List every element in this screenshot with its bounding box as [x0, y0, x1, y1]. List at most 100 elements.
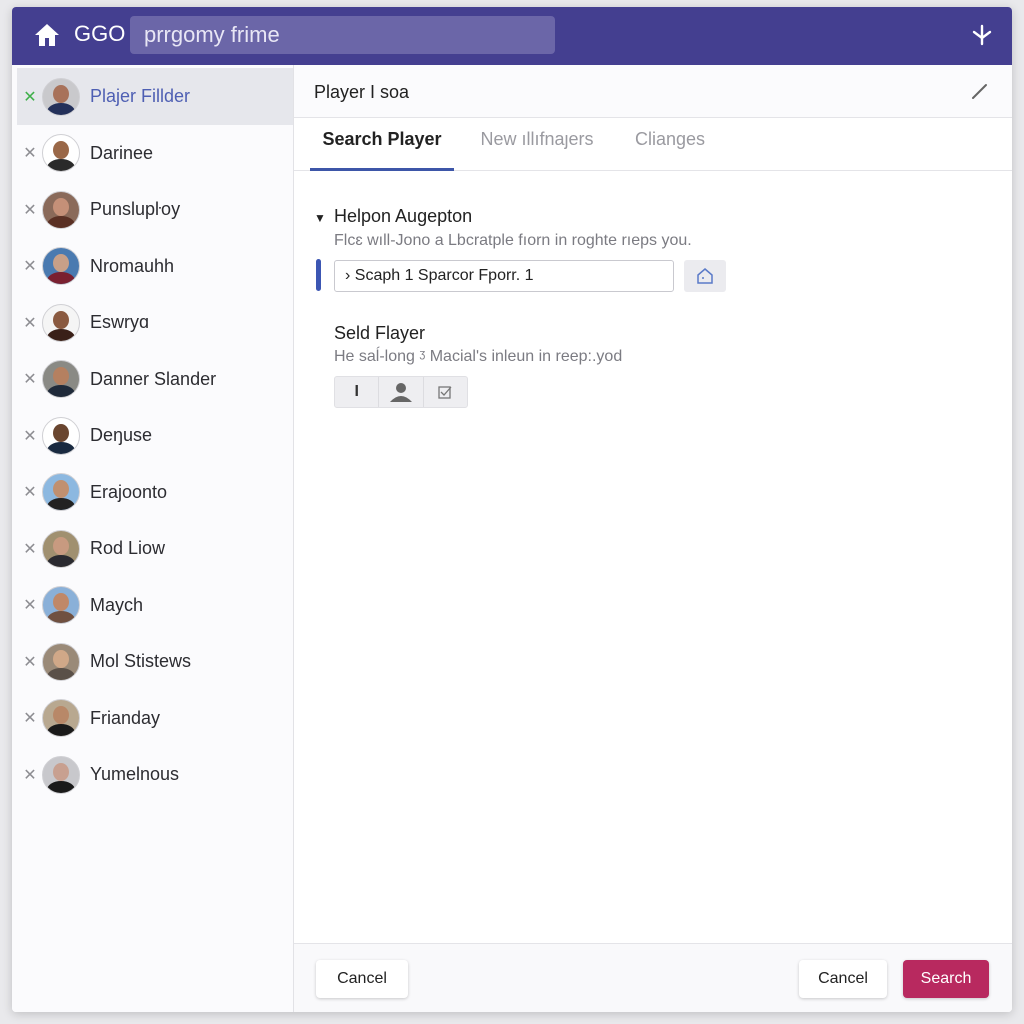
app-brand: GGO	[74, 21, 126, 46]
avatar-head	[53, 706, 69, 724]
player-list-item[interactable]: ✕ Punslupŀoy	[17, 181, 293, 238]
player-name: Yumelnous	[90, 764, 180, 784]
panel-title: Player I soa	[314, 82, 410, 102]
search-button[interactable]: Search	[903, 960, 989, 998]
panel-header: Player I soa	[294, 65, 1012, 118]
player-list-item[interactable]: ✕ Deŋuse	[17, 407, 293, 464]
avatar-head	[53, 310, 69, 329]
cancel-button-left[interactable]: Cancel	[316, 960, 408, 998]
tab-new-players[interactable]: New ıllıfnaȷers	[472, 118, 602, 168]
player-list-item[interactable]: ✕ Frianday	[17, 690, 293, 747]
player-list-item[interactable]: ✕ Nromauhh	[17, 238, 293, 295]
player-list-item[interactable]: ✕ Mol Stistews	[17, 633, 293, 690]
player-name: Eswryɑ	[90, 312, 150, 332]
avatar	[42, 190, 80, 229]
player-name: Nromauhh	[90, 255, 175, 276]
section-title-select: Seld Flayer	[334, 323, 426, 343]
player-name: Mol Stistews	[90, 651, 192, 671]
player-name: Erajoonto	[90, 481, 168, 502]
avatar-body	[47, 215, 75, 228]
player-name: Maych	[90, 594, 144, 615]
remove-icon[interactable]: ✕	[19, 708, 41, 728]
cancel-button[interactable]: Cancel	[799, 960, 887, 998]
section-title-help: Helpon Augepton	[334, 206, 473, 226]
avatar-body	[47, 328, 75, 341]
avatar-body	[47, 780, 75, 793]
avatar	[42, 586, 80, 624]
player-list-item[interactable]: ✕ Yumelnous	[17, 746, 293, 803]
avatar-head	[53, 197, 69, 216]
player-list-item[interactable]: ✕ Eswryɑ	[17, 294, 293, 351]
player-list-sidebar: ✕ Plajer Fillder ✕ Darinee ✕ Punslupŀoy ✕ Nroma…	[12, 65, 294, 1012]
avatar-body	[47, 724, 75, 736]
avatar	[42, 699, 80, 737]
section-desc-select: He saĺ-long ᶾ Macialʹs inleun in reep:.y…	[334, 348, 623, 365]
remove-icon[interactable]: ✕	[19, 765, 41, 785]
remove-icon[interactable]: ✕	[19, 313, 41, 333]
player-name: Deŋuse	[90, 425, 153, 445]
player-list-item[interactable]: ✕ Darinee	[17, 125, 293, 182]
avatar-head	[53, 649, 69, 668]
remove-icon[interactable]: ✕	[19, 256, 41, 276]
remove-icon[interactable]: ✕	[19, 426, 41, 446]
collapse-caret-icon[interactable]: ▼	[314, 211, 326, 225]
avatar	[42, 77, 80, 116]
remove-icon[interactable]: ✕	[19, 87, 41, 107]
avatar-head	[53, 480, 69, 498]
avatar-head	[53, 367, 69, 385]
avatar-head	[53, 593, 69, 611]
avatar-head	[53, 254, 69, 272]
avatar-body	[47, 611, 75, 623]
panel-footer: Cancel Cancel Search	[294, 943, 1012, 1012]
focus-indicator	[316, 259, 321, 291]
player-list-item[interactable]: ✕ Plajer Fillder	[17, 68, 293, 125]
segment-checkbox[interactable]	[424, 377, 467, 407]
avatar-body	[47, 441, 75, 454]
avatar-head	[53, 84, 69, 103]
player-list-item[interactable]: ✕ Erajoonto	[17, 464, 293, 521]
player-panel: Player I soa Search Player New ıllıfnaȷe…	[294, 65, 1012, 1012]
player-list-item[interactable]: ✕ Rod Liow	[17, 520, 293, 577]
query-action-button[interactable]	[684, 260, 726, 292]
avatar	[42, 247, 80, 285]
app-window: GGO ✕ Plajer Fillder ✕ Darinee ✕ Punslupŀoy ✕ N…	[12, 7, 1012, 1012]
remove-icon[interactable]: ✕	[19, 369, 41, 389]
fork-icon[interactable]	[970, 23, 994, 47]
tab-search-player[interactable]: Search Player	[310, 118, 454, 171]
avatar	[42, 529, 80, 568]
avatar	[42, 755, 80, 794]
avatar	[42, 416, 80, 455]
checkbox-icon	[438, 386, 452, 399]
remove-icon[interactable]: ✕	[19, 482, 41, 502]
player-query-input[interactable]	[334, 260, 674, 292]
avatar	[42, 303, 80, 342]
segment-person[interactable]	[379, 377, 424, 407]
top-search-input[interactable]	[130, 16, 555, 54]
home-icon[interactable]	[34, 22, 60, 48]
player-name: Plajer Fillder	[90, 86, 191, 106]
avatar	[42, 134, 80, 172]
player-name: Punslupŀoy	[90, 199, 181, 219]
edit-icon[interactable]	[970, 81, 990, 101]
segment-text[interactable]: I	[335, 377, 380, 407]
house-icon	[697, 268, 713, 284]
remove-icon[interactable]: ✕	[19, 200, 41, 220]
player-name: Frianday	[90, 707, 161, 728]
avatar-body	[47, 554, 75, 567]
avatar-body	[47, 159, 75, 171]
remove-icon[interactable]: ✕	[19, 595, 41, 615]
avatar-head	[53, 141, 69, 159]
tab-bar: Search Player New ıllıfnaȷers Clianges	[294, 118, 1012, 171]
player-list-item[interactable]: ✕ Maych	[17, 577, 293, 634]
avatar-body	[47, 102, 75, 115]
remove-icon[interactable]: ✕	[19, 652, 41, 672]
remove-icon[interactable]: ✕	[19, 143, 41, 163]
tab-changes[interactable]: Clianges	[630, 118, 710, 168]
remove-icon[interactable]: ✕	[19, 539, 41, 559]
player-name: Danner Slander	[90, 368, 217, 389]
player-name: Rod Liow	[90, 538, 166, 558]
avatar	[42, 473, 80, 511]
avatar-head	[53, 423, 69, 442]
player-mode-toggle: I	[334, 376, 468, 408]
player-list-item[interactable]: ✕ Danner Slander	[17, 351, 293, 408]
